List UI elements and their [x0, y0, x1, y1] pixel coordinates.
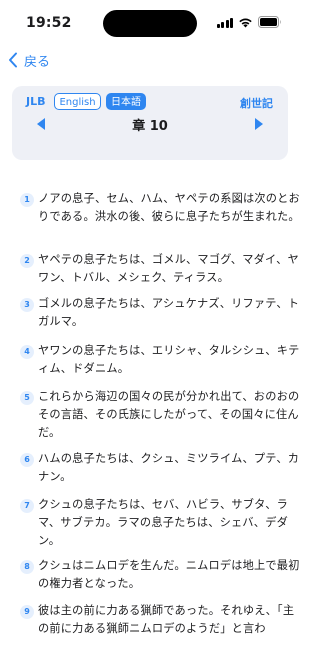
verse-text: クシュはニムロデを生んだ。ニムロデは地上で最初の権力者となった。	[38, 559, 300, 590]
verse-text: ハムの息子たちは、クシュ、ミツライム、プテ、カナン。	[38, 452, 300, 483]
language-japanese-button[interactable]: 日本語	[106, 93, 146, 110]
verse-number: 8	[20, 560, 34, 574]
verse-text: ゴメルの息子たちは、アシュケナズ、リファテ、トガルマ。	[38, 297, 300, 328]
book-selector[interactable]: 創世記	[240, 95, 288, 111]
battery-icon	[258, 16, 282, 28]
verse-number: 6	[20, 453, 34, 467]
language-english-button[interactable]: English	[54, 93, 101, 110]
verse-number: 9	[20, 605, 34, 619]
chapter-title: 章 10	[132, 119, 168, 134]
verse-number: 1	[20, 193, 34, 207]
chapter-navigator: JLB English 日本語 創世記 章 10	[12, 86, 288, 160]
scroll-fade	[0, 634, 300, 652]
chevron-left-icon	[9, 52, 17, 68]
status-bar: 19:52	[0, 0, 300, 46]
wifi-icon	[238, 17, 253, 28]
verse-number: 3	[20, 298, 34, 312]
verse-text: ヤペテの息子たちは、ゴメル、マゴグ、マダイ、ヤワン、トバル、メシェク、ティラス。	[38, 253, 299, 284]
verse-number: 7	[20, 499, 34, 513]
verse-text: ノアの息子、セム、ハム、ヤペテの系図は次のとおりである。洪水の後、彼らに息子たち…	[38, 192, 300, 223]
verse-number: 2	[20, 254, 34, 268]
next-chapter-icon[interactable]	[252, 116, 266, 132]
back-label: 戻る	[24, 54, 51, 70]
status-icons	[216, 16, 283, 28]
status-time: 19:52	[26, 15, 72, 31]
verse-number: 5	[20, 391, 34, 405]
verse-text: ヤワンの息子たちは、エリシャ、タルシシュ、キティム、ドダニム。	[38, 344, 300, 375]
verse-text: 彼は主の前に力ある猟師であった。それゆえ、「主の前に力ある猟師ニムロデのようだ」…	[38, 604, 295, 635]
cellular-signal-icon	[216, 17, 233, 28]
back-button[interactable]: 戻る	[8, 50, 50, 70]
verse-number: 4	[20, 345, 34, 359]
dynamic-island	[103, 10, 197, 37]
verse-text: クシュの息子たちは、セバ、ハビラ、サブタ、ラマ、サブテカ。ラマの息子たちは、シェ…	[38, 498, 288, 547]
bible-version-label: JLB	[26, 95, 46, 108]
verse-text: これらから海辺の国々の民が分かれ出て、おのおのその言語、その氏族にしたがって、そ…	[38, 390, 300, 439]
